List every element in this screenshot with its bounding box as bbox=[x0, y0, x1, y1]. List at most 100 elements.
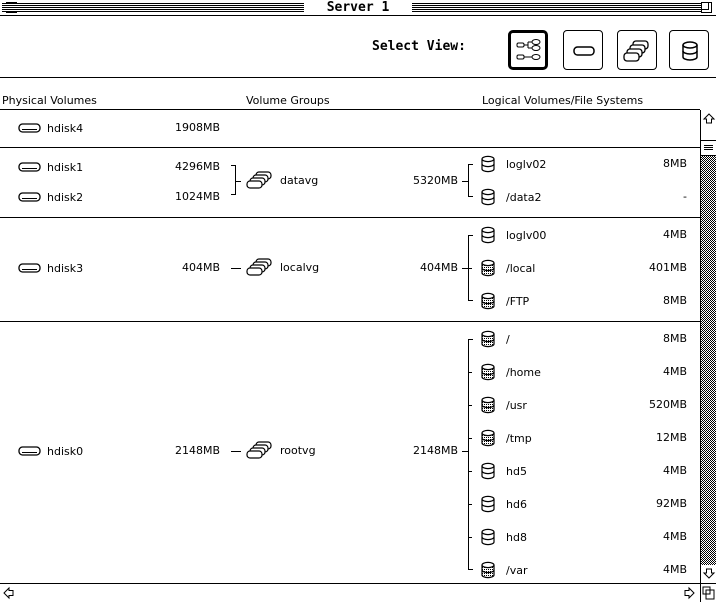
volume-group-item[interactable]: rootvg bbox=[244, 441, 316, 459]
logical-volume-item[interactable]: loglv02 bbox=[480, 155, 546, 173]
logical-volume-item[interactable]: / bbox=[480, 330, 510, 348]
volume-group-size: 2148MB bbox=[412, 444, 458, 457]
column-header-volume-groups: Volume Groups bbox=[246, 94, 330, 107]
logical-volume-item[interactable]: hd6 bbox=[480, 495, 527, 513]
volume-group-item[interactable]: localvg bbox=[244, 258, 319, 276]
lv-tick bbox=[468, 471, 472, 472]
cylinder-icon bbox=[481, 495, 495, 513]
logical-volume-name: loglv02 bbox=[506, 157, 547, 171]
logical-volume-size: 8MB bbox=[662, 332, 687, 345]
filesystem-cylinder-icon bbox=[481, 330, 495, 348]
physical-volume-item[interactable]: hdisk4 bbox=[18, 120, 83, 136]
filesystem-cylinder-icon bbox=[481, 363, 495, 381]
physical-volume-item[interactable]: hdisk2 bbox=[18, 189, 83, 205]
logical-volume-item[interactable]: /home bbox=[480, 363, 541, 381]
lv-bracket bbox=[468, 339, 473, 570]
volume-group-icon bbox=[246, 171, 272, 189]
vertical-scroll-thumb[interactable] bbox=[701, 140, 716, 156]
logical-volume-name: / bbox=[506, 332, 510, 346]
filesystem-cylinder-icon bbox=[481, 429, 495, 447]
logical-volume-size: - bbox=[683, 190, 687, 203]
physical-volume-size: 404MB bbox=[181, 261, 220, 274]
volume-group-item[interactable]: datavg bbox=[244, 171, 318, 189]
connector-line bbox=[231, 268, 241, 269]
logical-volume-item[interactable]: /data2 bbox=[480, 188, 541, 206]
volume-group-size: 404MB bbox=[419, 261, 458, 274]
logical-volume-item[interactable]: /local bbox=[480, 259, 535, 277]
logical-volume-size: 4MB bbox=[662, 530, 687, 543]
disk-icon bbox=[18, 263, 41, 273]
volume-group-name: datavg bbox=[280, 173, 319, 187]
logical-volume-name: /home bbox=[506, 365, 541, 379]
logical-volume-size: 12MB bbox=[655, 431, 687, 444]
filesystem-cylinder-icon bbox=[481, 292, 495, 310]
logical-volume-name: /FTP bbox=[506, 294, 530, 308]
lv-tick bbox=[468, 372, 472, 373]
physical-volume-name: hdisk3 bbox=[47, 261, 84, 275]
title-bar-stripes bbox=[2, 3, 304, 12]
scroll-up-arrow-icon[interactable] bbox=[702, 112, 716, 126]
physical-volume-name: hdisk4 bbox=[47, 121, 84, 135]
view-selector-bar: Select View: bbox=[0, 16, 716, 78]
disk-icon bbox=[18, 123, 41, 133]
scroll-left-arrow-icon[interactable] bbox=[2, 586, 16, 600]
logical-volume-size: 4MB bbox=[662, 563, 687, 576]
physical-volume-item[interactable]: hdisk1 bbox=[18, 159, 83, 175]
group-divider bbox=[0, 217, 700, 218]
logical-volume-item[interactable]: /tmp bbox=[480, 429, 532, 447]
connector-line bbox=[231, 451, 241, 452]
cylinder-icon bbox=[481, 188, 495, 206]
size-box[interactable] bbox=[700, 583, 716, 602]
volume-group-size: 5320MB bbox=[412, 174, 458, 187]
horizontal-scrollbar[interactable] bbox=[0, 583, 700, 602]
logical-volume-name: hd5 bbox=[506, 464, 527, 478]
group-divider bbox=[0, 321, 700, 322]
lv-bracket bbox=[468, 164, 473, 197]
physical-volume-view-button[interactable] bbox=[563, 30, 603, 70]
logical-volume-name: hd8 bbox=[506, 530, 527, 544]
cylinder-icon bbox=[481, 462, 495, 480]
lv-tick bbox=[468, 504, 472, 505]
logical-volume-item[interactable]: loglv00 bbox=[480, 226, 546, 244]
volume-group-name: rootvg bbox=[280, 443, 316, 457]
physical-volume-name: hdisk0 bbox=[47, 444, 84, 458]
scroll-down-arrow-icon[interactable] bbox=[702, 566, 716, 580]
physical-volume-item[interactable]: hdisk3 bbox=[18, 260, 83, 276]
vertical-scrollbar[interactable] bbox=[700, 110, 716, 583]
logical-volume-size: 8MB bbox=[662, 157, 687, 170]
title-bar[interactable]: Server 1 bbox=[0, 0, 716, 16]
logical-volume-item[interactable]: /FTP bbox=[480, 292, 529, 310]
logical-volume-item[interactable]: hd8 bbox=[480, 528, 527, 546]
volume-group-view-button[interactable] bbox=[617, 30, 657, 70]
tree-view-button[interactable] bbox=[508, 30, 548, 70]
pv-bracket bbox=[231, 165, 236, 195]
logical-volume-size: 4MB bbox=[662, 365, 687, 378]
physical-volume-size: 1024MB bbox=[174, 190, 220, 203]
column-header-logical-volumes: Logical Volumes/File Systems bbox=[482, 94, 644, 107]
vertical-scroll-track[interactable] bbox=[701, 140, 716, 565]
logical-volume-item[interactable]: /var bbox=[480, 561, 527, 579]
volume-group-icon bbox=[246, 441, 272, 459]
logical-volume-view-button[interactable] bbox=[669, 30, 709, 70]
filesystem-cylinder-icon bbox=[481, 259, 495, 277]
filesystem-cylinder-icon bbox=[481, 561, 495, 579]
scroll-right-arrow-icon[interactable] bbox=[682, 586, 696, 600]
logical-volume-name: /local bbox=[506, 261, 536, 275]
disk-icon bbox=[18, 192, 41, 202]
filesystem-cylinder-icon bbox=[481, 396, 495, 414]
cylinder-icon bbox=[481, 528, 495, 546]
disk-icon bbox=[573, 46, 595, 56]
logical-volume-name: /usr bbox=[506, 398, 527, 412]
lv-tick bbox=[468, 438, 472, 439]
physical-volume-name: hdisk1 bbox=[47, 160, 84, 174]
lv-tick bbox=[468, 268, 472, 269]
logical-volume-item[interactable]: /usr bbox=[480, 396, 527, 414]
window-title: Server 1 bbox=[304, 0, 412, 15]
zoom-box[interactable] bbox=[701, 2, 712, 13]
logical-volume-item[interactable]: hd5 bbox=[480, 462, 527, 480]
physical-volume-size: 1908MB bbox=[174, 121, 220, 134]
logical-volume-size: 92MB bbox=[655, 497, 687, 510]
physical-volume-item[interactable]: hdisk0 bbox=[18, 443, 83, 459]
logical-volume-size: 401MB bbox=[648, 261, 687, 274]
logical-volume-name: /data2 bbox=[506, 190, 542, 204]
